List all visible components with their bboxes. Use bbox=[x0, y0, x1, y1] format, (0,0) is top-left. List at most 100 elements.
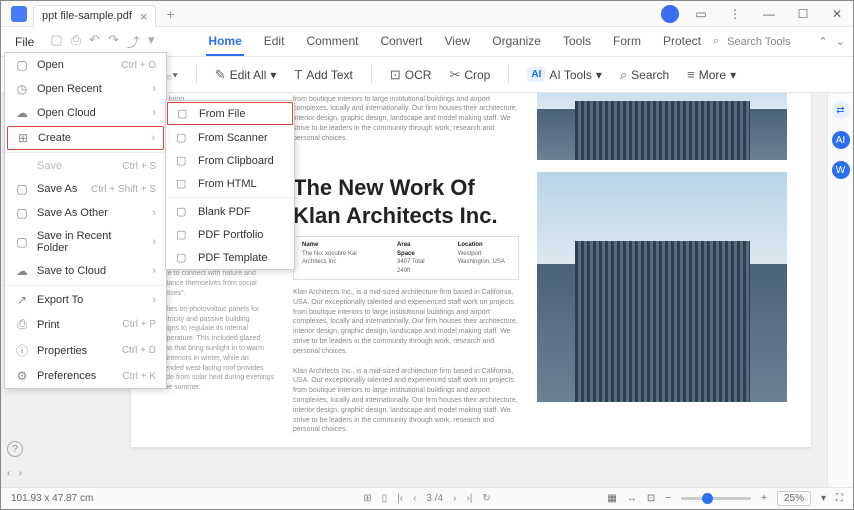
add-text-button[interactable]: TAdd Text bbox=[294, 67, 352, 82]
menu-item-icon: ☁ bbox=[15, 106, 29, 120]
search-button[interactable]: ⌕Search bbox=[620, 67, 669, 83]
zoom-dropdown-icon[interactable]: ▾ bbox=[821, 493, 826, 504]
doc-paragraph: Klan Architects Inc., is a mid-sized arc… bbox=[293, 367, 519, 436]
tab-organize[interactable]: Organize bbox=[490, 28, 543, 56]
file-menu: ▢OpenCtrl + O◷Open Recent›☁Open Cloud›⊞C… bbox=[4, 52, 167, 389]
tab-form[interactable]: Form bbox=[611, 28, 643, 56]
view-mode-icon[interactable]: ⊞ bbox=[363, 493, 371, 504]
search-icon: ⌕ bbox=[713, 35, 719, 48]
document-tab[interactable]: ppt file-sample.pdf × bbox=[33, 5, 156, 27]
window-more-icon[interactable]: ⋮ bbox=[723, 4, 747, 24]
minimize-button[interactable]: — bbox=[757, 4, 781, 24]
file-menu-properties[interactable]: ⓘPropertiesCtrl + D bbox=[5, 337, 166, 364]
file-menu-save-in-recent-folder[interactable]: ▢Save in Recent Folder› bbox=[5, 225, 166, 259]
create-pdf-template[interactable]: ▢PDF Template bbox=[166, 246, 294, 269]
file-menu-open[interactable]: ▢OpenCtrl + O bbox=[5, 53, 166, 77]
create-from-file[interactable]: ▢From File bbox=[167, 102, 293, 125]
tab-tools[interactable]: Tools bbox=[561, 28, 593, 56]
rotate-icon[interactable]: ↻ bbox=[482, 493, 490, 504]
file-menu-export-to[interactable]: ↗Export To› bbox=[5, 288, 166, 312]
dropdown-icon[interactable]: ▾ bbox=[148, 32, 155, 51]
zoom-out-icon[interactable]: − bbox=[665, 493, 671, 504]
tab-protect[interactable]: Protect bbox=[661, 28, 703, 56]
create-from-html[interactable]: ▢From HTML bbox=[166, 172, 294, 195]
ai-panel-icon[interactable]: AI bbox=[832, 131, 850, 149]
window-panel-icon[interactable]: ▭ bbox=[689, 4, 713, 24]
submenu-arrow-icon: › bbox=[152, 107, 156, 119]
submenu-arrow-icon: › bbox=[152, 294, 156, 306]
coords-label: 101.93 x 47.87 cm bbox=[11, 493, 93, 504]
maximize-button[interactable]: ☐ bbox=[791, 4, 815, 24]
file-menu-print[interactable]: ⎙PrintCtrl + P bbox=[5, 312, 166, 337]
collapse-icon[interactable]: ⌃ bbox=[819, 35, 828, 48]
file-menu-save-to-cloud[interactable]: ☁Save to Cloud› bbox=[5, 259, 166, 283]
quick-access-toolbar: ▢ ⎙ ↶ ↷ ⤴ ▾ bbox=[50, 32, 154, 51]
menu-item-icon: ▢ bbox=[176, 228, 190, 241]
next-page-icon[interactable]: › bbox=[453, 493, 456, 504]
scroll-arrows[interactable]: ‹ › bbox=[7, 468, 22, 479]
close-tab-icon[interactable]: × bbox=[140, 9, 148, 24]
print-icon[interactable]: ⎙ bbox=[71, 32, 81, 51]
zoom-in-icon[interactable]: + bbox=[761, 493, 767, 504]
fullscreen-icon[interactable]: ⛶ bbox=[836, 493, 843, 504]
submenu-arrow-icon: › bbox=[152, 265, 156, 277]
tab-view[interactable]: View bbox=[442, 28, 472, 56]
file-menu-create[interactable]: ⊞Create› bbox=[7, 126, 164, 150]
file-menu-open-cloud[interactable]: ☁Open Cloud› bbox=[5, 101, 166, 125]
ai-tools-button[interactable]: AIAI Tools▾ bbox=[527, 67, 602, 82]
submenu-arrow-icon: › bbox=[152, 83, 156, 95]
create-blank-pdf[interactable]: ▢Blank PDF bbox=[166, 200, 294, 223]
tab-convert[interactable]: Convert bbox=[378, 28, 424, 56]
prev-page-icon[interactable]: ‹ bbox=[413, 493, 416, 504]
file-menu-save-as-other[interactable]: ▢Save As Other› bbox=[5, 201, 166, 225]
file-menu-save-as[interactable]: ▢Save AsCtrl + Shift + S bbox=[5, 177, 166, 201]
ocr-button[interactable]: ⊡OCR bbox=[390, 67, 432, 83]
fit-width-icon[interactable]: ↔ bbox=[627, 493, 637, 504]
help-icon[interactable]: ? bbox=[7, 441, 23, 457]
tab-filename: ppt file-sample.pdf bbox=[42, 10, 132, 22]
tab-home[interactable]: Home bbox=[206, 28, 243, 56]
doc-title: Klan Architects Inc. bbox=[293, 204, 519, 228]
crop-button[interactable]: ✂Crop bbox=[449, 67, 490, 83]
save-icon[interactable]: ▢ bbox=[50, 32, 62, 51]
more-button[interactable]: ≡More▾ bbox=[687, 67, 736, 82]
create-pdf-portfolio[interactable]: ▢PDF Portfolio bbox=[166, 223, 294, 246]
menu-item-icon: ▢ bbox=[176, 131, 190, 144]
user-avatar-icon[interactable] bbox=[661, 5, 679, 23]
expand-icon[interactable]: ⌄ bbox=[836, 35, 845, 48]
right-sidebar: ⇄ AI W bbox=[827, 93, 853, 487]
file-menu-preferences[interactable]: ⚙PreferencesCtrl + K bbox=[5, 364, 166, 388]
share-panel-icon[interactable]: ⇄ bbox=[832, 101, 850, 119]
tab-comment[interactable]: Comment bbox=[304, 28, 360, 56]
menu-item-icon: ⚙ bbox=[15, 369, 29, 383]
page-indicator[interactable]: 3 /4 bbox=[426, 493, 443, 504]
redo-icon[interactable]: ↷ bbox=[108, 32, 119, 51]
doc-paragraph: Klan Architects Inc., is a mid-sized arc… bbox=[293, 93, 519, 144]
zoom-value[interactable]: 25% bbox=[777, 491, 811, 506]
menu-item-icon: ☁ bbox=[15, 264, 29, 278]
file-menu-open-recent[interactable]: ◷Open Recent› bbox=[5, 77, 166, 101]
search-tools-label[interactable]: Search Tools bbox=[727, 36, 790, 48]
create-from-scanner[interactable]: ▢From Scanner bbox=[166, 126, 294, 149]
statusbar: 101.93 x 47.87 cm ⊞ ▯ |‹ ‹ 3 /4 › ›| ↻ ▦… bbox=[1, 487, 853, 509]
edit-all-button[interactable]: ✎Edit All▾ bbox=[215, 67, 277, 83]
first-page-icon[interactable]: |‹ bbox=[397, 493, 403, 504]
menu-item-icon: ↗ bbox=[15, 293, 29, 307]
close-window-button[interactable]: ✕ bbox=[825, 4, 849, 24]
fit-page-icon[interactable]: ⊡ bbox=[647, 493, 655, 504]
submenu-arrow-icon: › bbox=[152, 207, 156, 219]
new-tab-button[interactable]: + bbox=[166, 6, 174, 22]
undo-icon[interactable]: ↶ bbox=[89, 32, 100, 51]
create-from-clipboard[interactable]: ▢From Clipboard bbox=[166, 149, 294, 172]
doc-title: The New Work Of bbox=[293, 176, 519, 200]
last-page-icon[interactable]: ›| bbox=[466, 493, 472, 504]
tab-edit[interactable]: Edit bbox=[262, 28, 287, 56]
share-icon[interactable]: ⤴ bbox=[127, 32, 140, 51]
zoom-slider[interactable] bbox=[681, 497, 751, 500]
word-panel-icon[interactable]: W bbox=[832, 161, 850, 179]
file-menu-button[interactable]: File bbox=[9, 31, 40, 53]
thumbnails-icon[interactable]: ▦ bbox=[607, 493, 616, 504]
ribbon-tabs: Home Edit Comment Convert View Organize Tools F… bbox=[206, 28, 703, 56]
menu-item-icon: ▢ bbox=[176, 205, 190, 218]
single-page-icon[interactable]: ▯ bbox=[382, 493, 388, 504]
